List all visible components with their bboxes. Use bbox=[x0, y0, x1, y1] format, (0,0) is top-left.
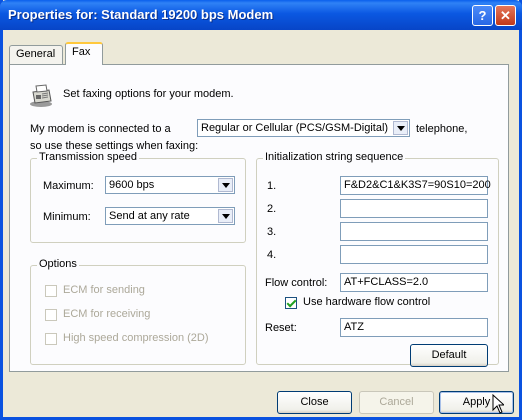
fax-modem-icon bbox=[30, 84, 52, 107]
phone-type-value: Regular or Cellular (PCS/GSM-Digital) bbox=[201, 122, 389, 134]
reset-label: Reset: bbox=[265, 322, 297, 334]
init-string-legend: Initialization string sequence bbox=[263, 151, 406, 163]
ecm-receiving-checkbox[interactable] bbox=[45, 309, 57, 321]
hardware-flow-checkbox[interactable] bbox=[285, 297, 297, 309]
close-button[interactable]: Close bbox=[277, 391, 352, 414]
reset-input[interactable]: ATZ bbox=[340, 318, 488, 337]
chevron-down-icon[interactable] bbox=[218, 209, 233, 223]
ecm-sending-label: ECM for sending bbox=[63, 284, 145, 296]
mouse-pointer-icon bbox=[492, 394, 504, 414]
init-string-1-value: F&D2&C1&K3S7=90S10=200 bbox=[344, 179, 491, 191]
help-button[interactable]: ? bbox=[472, 5, 493, 26]
close-window-button[interactable]: ✕ bbox=[495, 5, 516, 26]
minimum-speed-value: Send at any rate bbox=[109, 210, 190, 222]
hardware-flow-label: Use hardware flow control bbox=[303, 296, 431, 308]
intro-text: Set faxing options for your modem. bbox=[63, 88, 234, 100]
tab-fax[interactable]: Fax bbox=[65, 42, 103, 65]
default-button[interactable]: Default bbox=[410, 344, 488, 367]
init-string-3-input[interactable] bbox=[340, 222, 488, 241]
init-label-2: 2. bbox=[267, 203, 277, 215]
compression-checkbox[interactable] bbox=[45, 333, 57, 345]
minimum-speed-select[interactable]: Send at any rate bbox=[105, 207, 235, 225]
init-string-2-input[interactable] bbox=[340, 199, 488, 218]
init-label-4: 4. bbox=[267, 249, 277, 261]
minimum-label: Minimum: bbox=[43, 211, 91, 223]
ecm-sending-checkbox[interactable] bbox=[45, 285, 57, 297]
ecm-receiving-label: ECM for receiving bbox=[63, 308, 151, 320]
maximum-label: Maximum: bbox=[43, 180, 94, 192]
cancel-button[interactable]: Cancel bbox=[359, 391, 434, 414]
transmission-speed-legend: Transmission speed bbox=[37, 151, 140, 163]
init-label-1: 1. bbox=[267, 180, 277, 192]
init-string-1-input[interactable]: F&D2&C1&K3S7=90S10=200 bbox=[340, 176, 491, 195]
maximum-speed-select[interactable]: 9600 bps bbox=[105, 176, 235, 194]
transmission-speed-group: Transmission speed bbox=[30, 151, 246, 243]
init-string-4-input[interactable] bbox=[340, 245, 488, 264]
telephone-label: telephone, bbox=[416, 123, 468, 135]
compression-label: High speed compression (2D) bbox=[63, 332, 209, 344]
init-label-3: 3. bbox=[267, 226, 277, 238]
chevron-down-icon[interactable] bbox=[218, 178, 233, 192]
phone-type-select[interactable]: Regular or Cellular (PCS/GSM-Digital) bbox=[197, 119, 410, 137]
window-title: Properties for: Standard 19200 bps Modem bbox=[8, 7, 274, 22]
reset-value: ATZ bbox=[344, 321, 364, 333]
options-legend: Options bbox=[37, 258, 79, 270]
flow-control-input[interactable]: AT+FCLASS=2.0 bbox=[340, 273, 488, 292]
tab-general[interactable]: General bbox=[9, 45, 63, 64]
title-bar[interactable]: Properties for: Standard 19200 bps Modem… bbox=[0, 0, 522, 30]
flow-control-value: AT+FCLASS=2.0 bbox=[344, 276, 429, 288]
flow-control-label: Flow control: bbox=[265, 277, 328, 289]
chevron-down-icon[interactable] bbox=[393, 121, 408, 135]
maximum-speed-value: 9600 bps bbox=[109, 179, 155, 191]
connected-label: My modem is connected to a bbox=[30, 123, 171, 135]
